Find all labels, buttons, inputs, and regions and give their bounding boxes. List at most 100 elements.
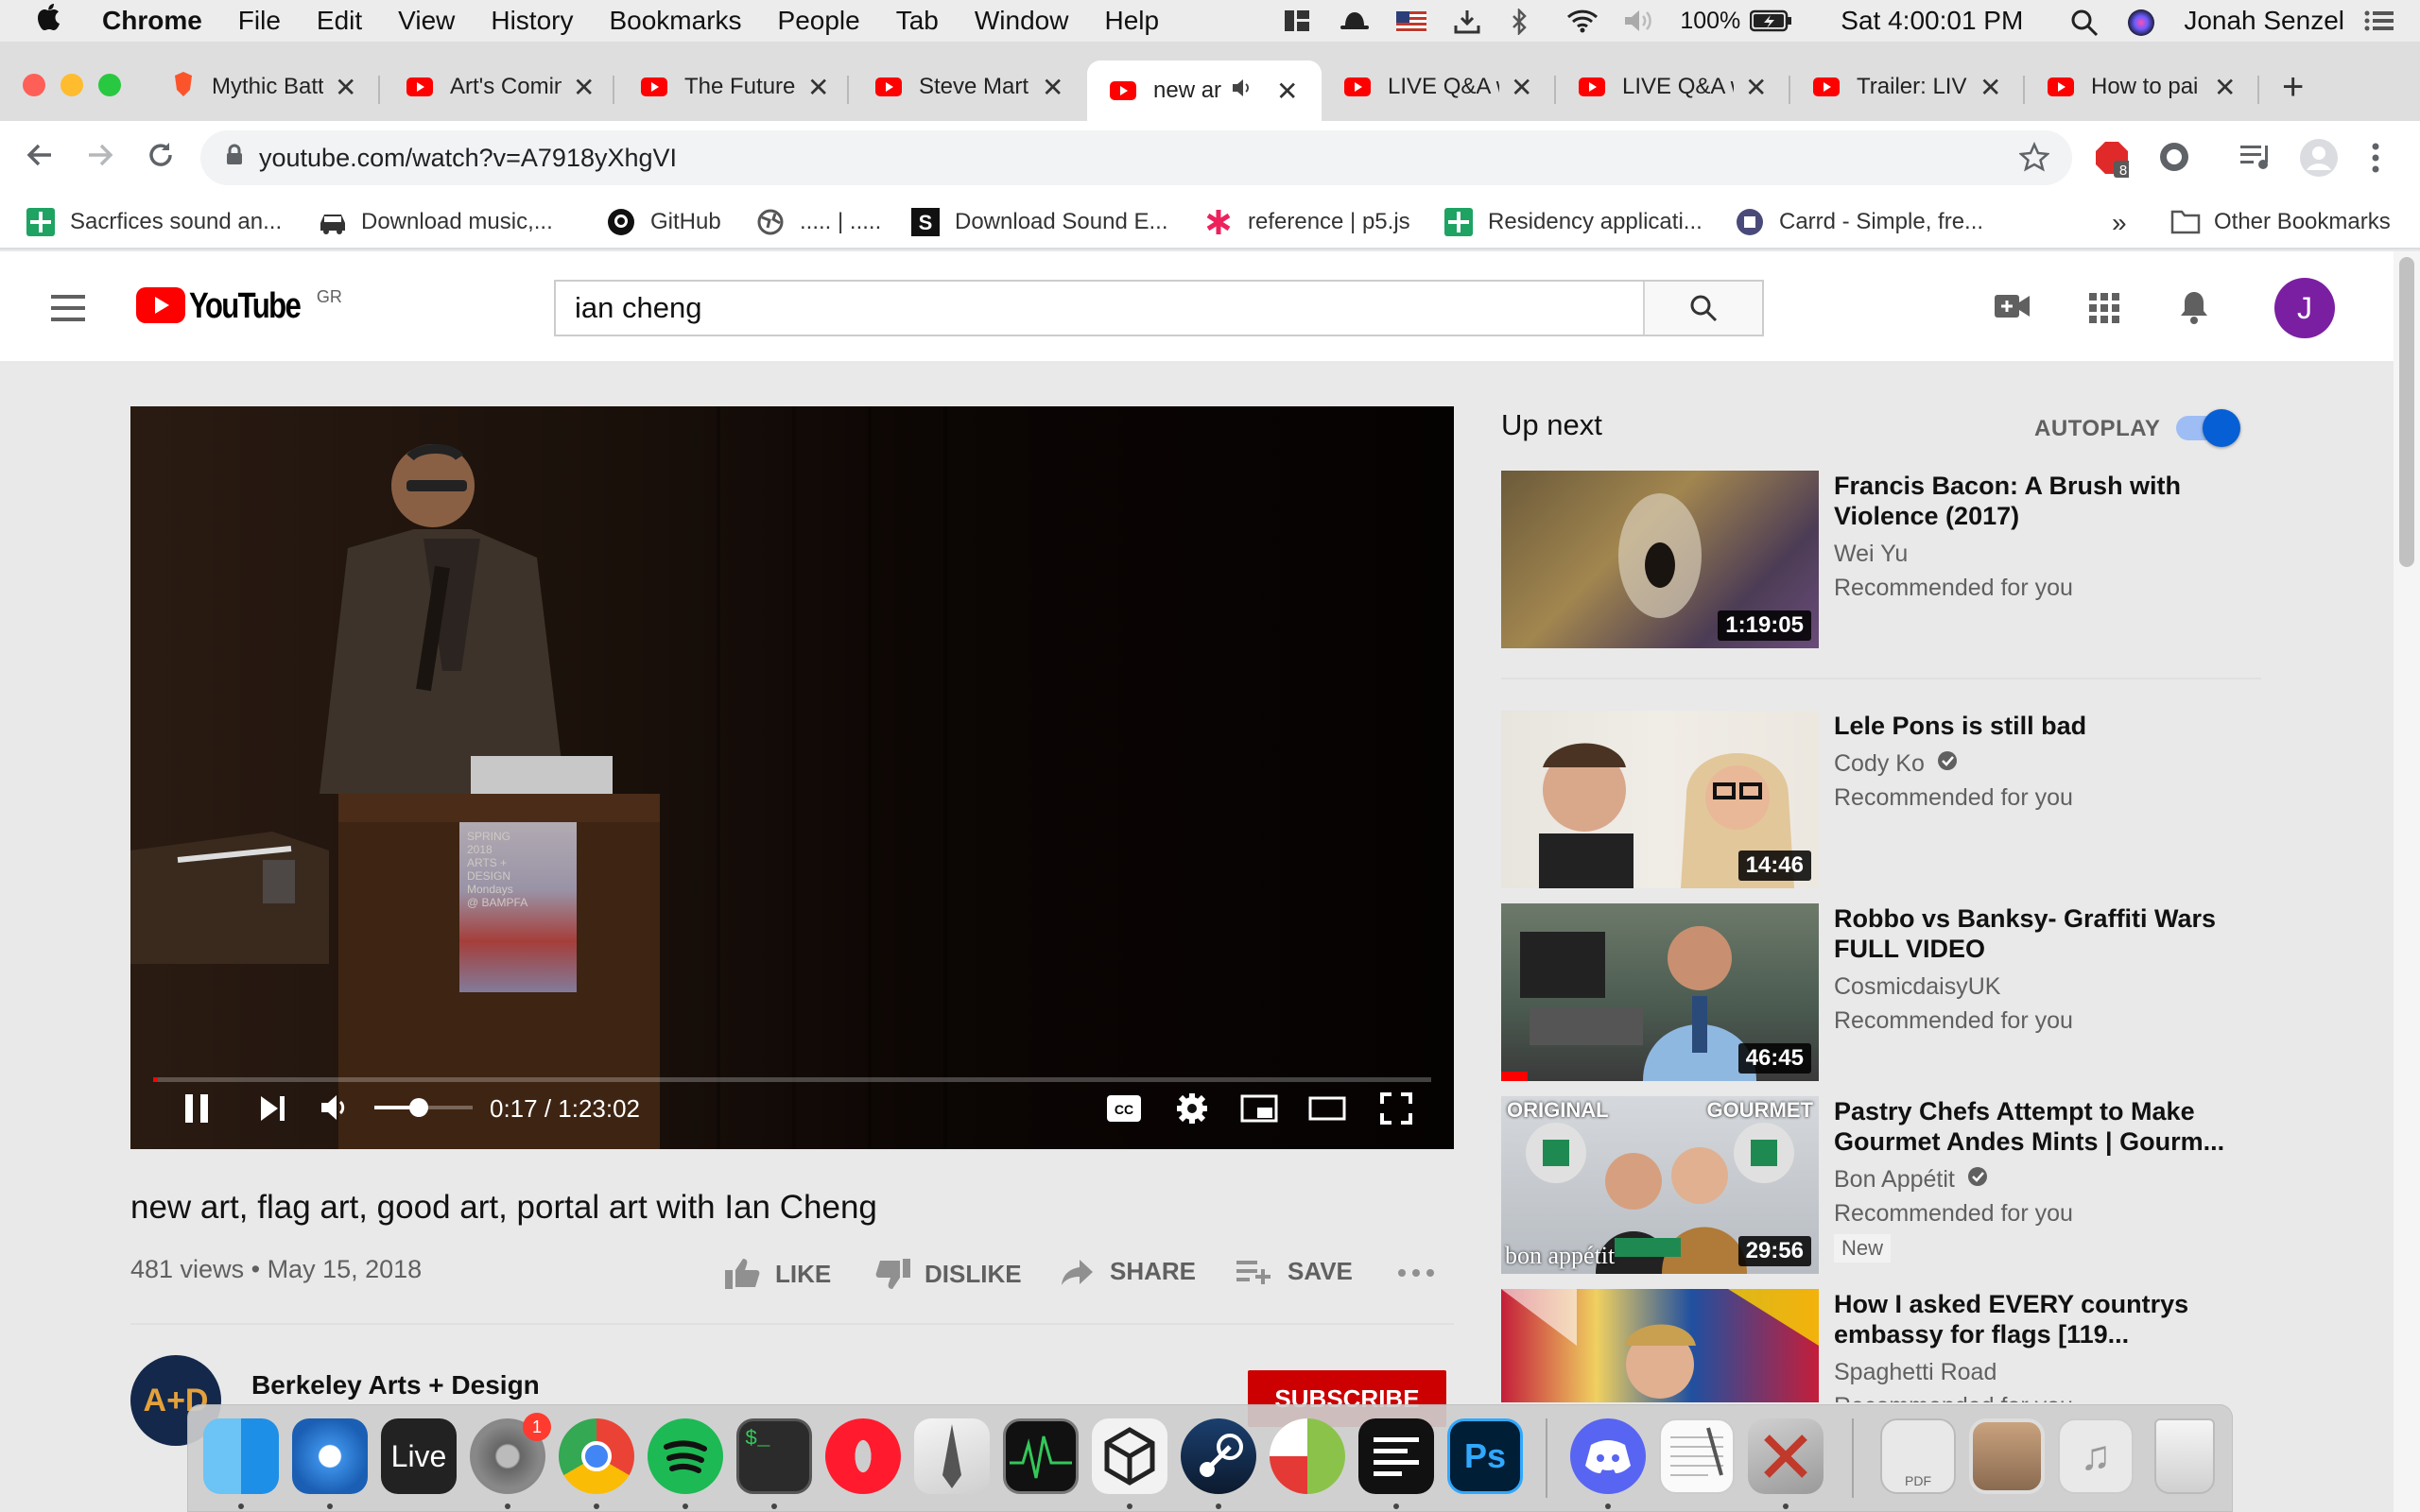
bookmark-item[interactable]: ..... | .....	[756, 208, 881, 236]
address-bar[interactable]: youtube.com/watch?v=A7918yXhgVI	[200, 130, 2072, 185]
preview-pdf-icon[interactable]: PDF	[1880, 1418, 1956, 1494]
create-video-icon[interactable]	[1995, 293, 2031, 324]
window-close-button[interactable]	[23, 74, 45, 96]
youtube-logo[interactable]: YouTube GR	[136, 287, 342, 325]
menu-tab[interactable]: Tab	[896, 6, 939, 36]
tab-close-icon[interactable]: ✕	[1511, 72, 1532, 103]
trash-icon[interactable]	[2154, 1418, 2215, 1494]
bookmark-star-icon[interactable]	[2017, 141, 2051, 179]
search-input[interactable]: ian cheng	[556, 282, 1643, 335]
search-button[interactable]	[1643, 282, 1762, 335]
volume-slider[interactable]	[374, 1098, 473, 1117]
tab-close-icon[interactable]: ✕	[1042, 72, 1063, 103]
video-channel[interactable]: Bon Appétit	[1834, 1166, 1988, 1194]
tab-close-icon[interactable]: ✕	[2214, 72, 2236, 103]
volume-icon[interactable]	[1623, 9, 1652, 33]
tab-how-to-paint[interactable]: How to pai ✕	[2048, 60, 2236, 113]
siri-icon[interactable]	[2127, 9, 2155, 36]
bowler-hat-icon[interactable]	[1340, 9, 1370, 33]
tab-arts-coming[interactable]: Art's Comin ✕	[406, 60, 595, 113]
tab-close-icon[interactable]: ✕	[1276, 76, 1298, 107]
video-title[interactable]: Lele Pons is still bad	[1834, 711, 2250, 741]
menu-window[interactable]: Window	[975, 6, 1069, 36]
fullscreen-icon[interactable]	[1380, 1092, 1412, 1131]
battery-charging-icon[interactable]	[1750, 9, 1793, 33]
photo-booth-icon[interactable]	[1969, 1418, 2045, 1494]
menu-edit[interactable]: Edit	[317, 6, 362, 36]
menu-app-name[interactable]: Chrome	[102, 6, 202, 36]
wifi-icon[interactable]	[1566, 9, 1599, 33]
video-player[interactable]: SPRING 2018 ARTS + DESIGN Mondays @ BAMP…	[130, 406, 1454, 1149]
pause-icon[interactable]	[183, 1092, 210, 1131]
download-tray-icon[interactable]	[1453, 9, 1481, 34]
lock-icon[interactable]	[225, 144, 244, 173]
us-flag-icon[interactable]	[1396, 9, 1427, 33]
window-minimize-button[interactable]	[60, 74, 83, 96]
video-title[interactable]: How I asked EVERY countrys embassy for f…	[1834, 1289, 2250, 1349]
music-note-icon[interactable]: ♫	[2058, 1418, 2134, 1494]
bookmark-item[interactable]: reference | p5.js	[1204, 208, 1410, 236]
video-channel[interactable]: Wei Yu	[1834, 541, 1908, 568]
autoplay-toggle-knob[interactable]	[2203, 409, 2240, 447]
recommended-video[interactable]: ORIGINAL GOURMET bon appétit 29:56 Pastr…	[1501, 1096, 2257, 1276]
menu-view[interactable]: View	[398, 6, 455, 36]
next-video-icon[interactable]	[259, 1094, 287, 1129]
video-channel[interactable]: Cody Ko	[1834, 750, 1958, 778]
video-title[interactable]: Francis Bacon: A Brush with Violence (20…	[1834, 471, 2250, 531]
tab-live-qa-1[interactable]: LIVE Q&A w ✕	[1344, 60, 1532, 113]
video-thumbnail[interactable]: ORIGINAL GOURMET bon appétit 29:56	[1501, 1096, 1819, 1274]
media-controls-icon[interactable]	[2240, 144, 2273, 177]
activity-monitor-icon[interactable]	[1003, 1418, 1079, 1494]
system-preferences-icon[interactable]: 1	[470, 1413, 551, 1494]
bookmark-item[interactable]: GitHub	[607, 208, 721, 236]
ableton-live-icon[interactable]: Live	[381, 1418, 457, 1494]
tab-the-future[interactable]: The Future ✕	[641, 60, 829, 113]
scrivener-icon[interactable]	[1270, 1418, 1345, 1494]
bookmark-item[interactable]: Residency applicati...	[1444, 208, 1703, 236]
stickies-icon[interactable]	[1358, 1418, 1434, 1494]
script-editor-icon[interactable]	[1748, 1418, 1824, 1494]
like-button[interactable]: LIKE	[724, 1257, 831, 1291]
video-channel[interactable]: CosmicdaisyUK	[1834, 973, 2000, 1001]
safari-icon[interactable]	[292, 1418, 368, 1494]
url-text[interactable]: youtube.com/watch?v=A7918yXhgVI	[259, 144, 677, 173]
profile-avatar-icon[interactable]	[2299, 138, 2339, 182]
recommended-video[interactable]: 14:46 Lele Pons is still bad Cody Ko Rec…	[1501, 711, 2257, 890]
save-button[interactable]: SAVE	[1236, 1257, 1353, 1286]
miniplayer-icon[interactable]	[1240, 1094, 1278, 1129]
tab-close-icon[interactable]: ✕	[1745, 72, 1767, 103]
more-actions-button[interactable]	[1397, 1268, 1435, 1278]
video-title[interactable]: Robbo vs Banksy- Graffiti Wars FULL VIDE…	[1834, 903, 2250, 964]
tab-close-icon[interactable]: ✕	[335, 72, 356, 103]
video-title[interactable]: Pastry Chefs Attempt to Make Gourmet And…	[1834, 1096, 2250, 1157]
new-tab-button[interactable]: +	[2282, 60, 2304, 113]
account-avatar[interactable]: J	[2274, 278, 2335, 338]
adblock-extension-icon[interactable]: 8	[2095, 140, 2133, 182]
textedit-icon[interactable]	[1659, 1418, 1735, 1494]
apps-grid-icon[interactable]	[2089, 293, 2119, 328]
extension-globe-icon[interactable]	[2157, 140, 2191, 179]
video-thumbnail[interactable]	[1501, 1289, 1819, 1402]
menu-people[interactable]: People	[778, 6, 860, 36]
back-arrow-icon[interactable]	[25, 140, 55, 178]
window-zoom-button[interactable]	[98, 74, 121, 96]
pages-pen-icon[interactable]	[914, 1418, 990, 1494]
volume-knob[interactable]	[408, 1098, 428, 1117]
recommended-video[interactable]: How I asked EVERY countrys embassy for f…	[1501, 1289, 2257, 1402]
dislike-button[interactable]: DISLIKE	[873, 1257, 1022, 1291]
recommended-video[interactable]: 46:45 Robbo vs Banksy- Graffiti Wars FUL…	[1501, 903, 2257, 1083]
volume-icon[interactable]	[320, 1092, 352, 1129]
theater-mode-icon[interactable]	[1308, 1096, 1346, 1127]
bookmark-item[interactable]: Sacrfices sound an...	[26, 208, 282, 236]
menu-file[interactable]: File	[238, 6, 281, 36]
bookmarks-overflow-chevron[interactable]: »	[2112, 208, 2127, 238]
spotify-icon[interactable]	[648, 1418, 723, 1494]
window-manager-icon[interactable]	[1283, 9, 1311, 33]
discord-icon[interactable]	[1570, 1418, 1646, 1494]
settings-gear-icon[interactable]	[1176, 1092, 1208, 1131]
bookmark-item[interactable]: S Download Sound E...	[911, 208, 1167, 236]
tab-trailer-live[interactable]: Trailer: LIVE ✕	[1813, 60, 2001, 113]
bookmark-item[interactable]: Carrd - Simple, fre...	[1736, 208, 1983, 236]
spotlight-search-icon[interactable]	[2070, 9, 2099, 37]
terminal-icon[interactable]: $_	[736, 1418, 812, 1494]
